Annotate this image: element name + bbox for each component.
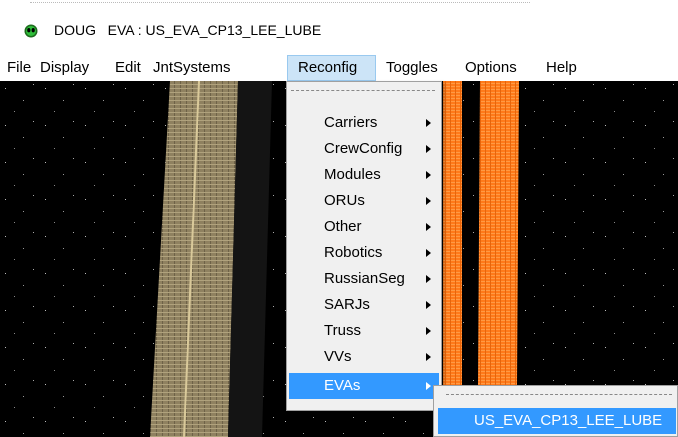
menu-item-truss[interactable]: Truss <box>289 318 439 344</box>
menu-item-us-eva-cp13-lee-lube[interactable]: US_EVA_CP13_LEE_LUBE <box>438 408 676 434</box>
menu-item-evas[interactable]: EVAs <box>289 373 439 399</box>
menu-bar: File Display Edit JntSystems Reconfig To… <box>0 55 678 81</box>
menu-item-label: Carriers <box>324 114 378 131</box>
menu-item-robotics[interactable]: Robotics <box>289 240 439 266</box>
solar-array-orange-2 <box>478 81 519 385</box>
submenu-arrow-icon <box>426 382 431 390</box>
app-name: DOUG <box>54 22 96 38</box>
tearoff-line[interactable] <box>446 394 672 395</box>
submenu-arrow-icon <box>426 145 431 153</box>
menu-reconfig[interactable]: Reconfig <box>287 55 376 81</box>
menu-item-russianseg[interactable]: RussianSeg <box>289 266 439 292</box>
alien-head-icon <box>24 24 38 38</box>
menu-item-label: Other <box>324 218 362 235</box>
menu-item-other[interactable]: Other <box>289 214 439 240</box>
menu-item-label: Modules <box>324 166 381 183</box>
title-bar-edge <box>30 2 530 5</box>
menu-item-label: ORUs <box>324 192 365 209</box>
submenu-arrow-icon <box>426 249 431 257</box>
menu-item-label: Truss <box>324 322 361 339</box>
reconfig-dropdown: Carriers CrewConfig Modules ORUs Other R… <box>286 81 442 411</box>
evas-submenu: US_EVA_CP13_LEE_LUBE <box>433 385 678 437</box>
menu-item-crewconfig[interactable]: CrewConfig <box>289 136 439 162</box>
menu-toggles[interactable]: Toggles <box>386 55 438 81</box>
menu-help[interactable]: Help <box>546 55 577 81</box>
menu-item-label: CrewConfig <box>324 140 403 157</box>
menu-jntsystems[interactable]: JntSystems <box>153 55 231 81</box>
menu-options[interactable]: Options <box>465 55 517 81</box>
title-bar: DOUG EVA : US_EVA_CP13_LEE_LUBE <box>0 0 678 50</box>
document-title: EVA : US_EVA_CP13_LEE_LUBE <box>107 22 322 38</box>
solar-array-orange-1 <box>443 81 462 385</box>
window-title: DOUG EVA : US_EVA_CP13_LEE_LUBE <box>54 22 321 38</box>
submenu-arrow-icon <box>426 119 431 127</box>
menu-item-orus[interactable]: ORUs <box>289 188 439 214</box>
submenu-arrow-icon <box>426 197 431 205</box>
menu-item-label: SARJs <box>324 296 370 313</box>
submenu-arrow-icon <box>426 275 431 283</box>
menu-file[interactable]: File <box>7 55 31 81</box>
submenu-arrow-icon <box>426 171 431 179</box>
submenu-arrow-icon <box>426 301 431 309</box>
menu-item-label: EVAs <box>324 377 361 394</box>
submenu-arrow-icon <box>426 327 431 335</box>
tearoff-line[interactable] <box>291 90 435 91</box>
menu-item-label: RussianSeg <box>324 270 405 287</box>
menu-item-modules[interactable]: Modules <box>289 162 439 188</box>
menu-display[interactable]: Display <box>40 55 89 81</box>
menu-item-label: VVs <box>324 348 352 365</box>
submenu-arrow-icon <box>426 223 431 231</box>
menu-item-sarjs[interactable]: SARJs <box>289 292 439 318</box>
menu-edit[interactable]: Edit <box>115 55 141 81</box>
menu-item-carriers[interactable]: Carriers <box>289 110 439 136</box>
submenu-arrow-icon <box>426 353 431 361</box>
menu-item-label: Robotics <box>324 244 383 261</box>
menu-item-vvs[interactable]: VVs <box>289 344 439 370</box>
